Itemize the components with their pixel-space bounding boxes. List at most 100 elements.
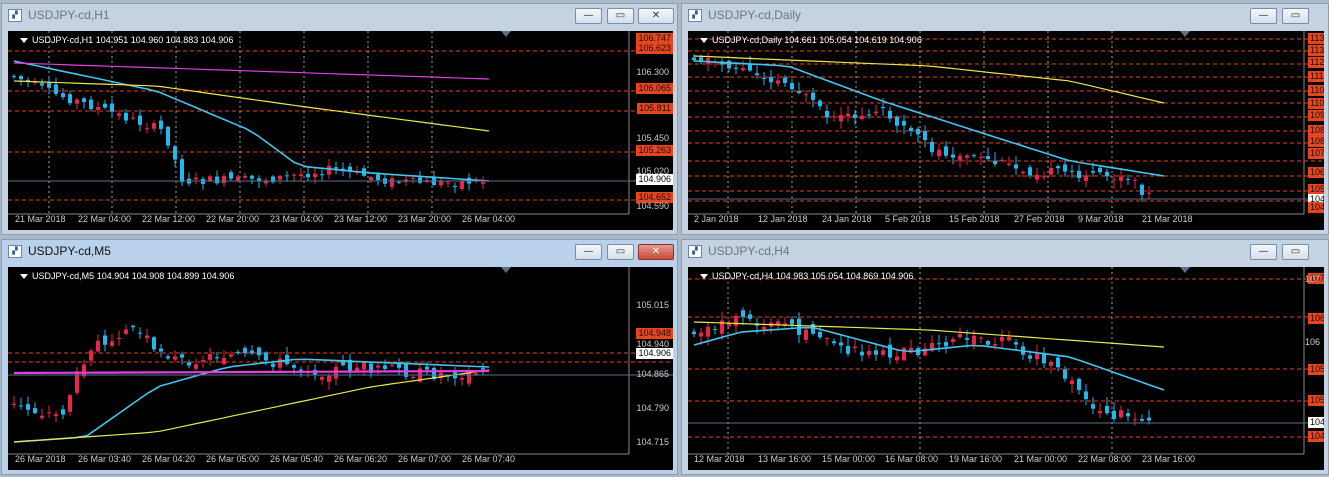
price-chart[interactable]: USDJPY-cd,H1 104.951 104.960 104.883 104… <box>8 31 673 230</box>
candle-body <box>12 75 16 77</box>
candle-body <box>692 331 696 335</box>
candle-body <box>853 346 857 348</box>
chart-window-m5[interactable]: ▞ USDJPY-cd,M5 — ▭ ✕ USDJPY-cd,M5 104.90… <box>1 239 678 475</box>
candle-body <box>110 341 114 346</box>
shift-marker-icon[interactable] <box>1180 267 1190 273</box>
time-axis-label: 22 Mar 12:00 <box>142 214 196 224</box>
price-chart[interactable]: USDJPY-cd,H4 104.983 105.054 104.869 104… <box>688 267 1324 470</box>
moving-average-slow <box>13 369 490 443</box>
window-titlebar[interactable]: ▞ USDJPY-cd,M5 — ▭ ✕ <box>2 240 677 264</box>
price-label-level: 108 <box>1308 136 1324 147</box>
dropdown-triangle-icon[interactable] <box>20 274 28 280</box>
candle-body <box>692 57 696 61</box>
maximize-button[interactable]: ▭ <box>1282 244 1309 260</box>
candle-body <box>790 83 794 90</box>
window-titlebar[interactable]: ▞ USDJPY-cd,H1 — ▭ ✕ <box>2 4 677 28</box>
minimize-button[interactable]: — <box>1250 8 1277 24</box>
dropdown-triangle-icon[interactable] <box>700 274 708 280</box>
dropdown-triangle-icon[interactable] <box>700 38 708 44</box>
price-chart-canvas[interactable] <box>8 267 673 470</box>
candle-body <box>993 160 997 165</box>
candle-body <box>1049 168 1053 175</box>
candle-body <box>12 403 16 405</box>
candle-body <box>481 182 485 184</box>
candle-body <box>944 146 948 156</box>
maximize-button[interactable]: ▭ <box>607 8 634 24</box>
candle-body <box>1000 160 1004 162</box>
ohlc-readout: USDJPY-cd,Daily 104.661 105.054 104.619 … <box>712 35 922 45</box>
time-axis-label: 23 Mar 20:00 <box>398 214 452 224</box>
candle-body <box>811 92 815 100</box>
candle-body <box>376 365 380 368</box>
price-chart[interactable]: USDJPY-cd,Daily 104.661 105.054 104.619 … <box>688 31 1324 230</box>
candle-body <box>979 156 983 158</box>
candle-body <box>89 350 93 361</box>
candle-body <box>383 365 387 369</box>
time-axis-label: 21 Mar 00:00 <box>1014 454 1068 464</box>
candle-body <box>124 112 128 121</box>
candle-body <box>474 373 478 375</box>
candle-body <box>264 352 268 361</box>
minimize-button[interactable]: — <box>575 244 602 260</box>
moving-average-fast <box>13 60 490 182</box>
candle-body <box>173 146 177 160</box>
candle-body <box>257 347 261 356</box>
time-axis-label: 15 Mar 00:00 <box>822 454 876 464</box>
price-label-level: 110 <box>1308 98 1324 109</box>
price-label-level: 104 <box>1308 202 1324 213</box>
candle-body <box>930 141 934 153</box>
time-axis-label: 22 Mar 08:00 <box>1078 454 1132 464</box>
candle-body <box>285 175 289 177</box>
candle-body <box>208 353 212 360</box>
shift-marker-icon[interactable] <box>501 267 511 273</box>
price-label-level: 106 <box>1308 167 1324 178</box>
candle-body <box>124 329 128 334</box>
candle-body <box>138 115 142 125</box>
chart-window-daily[interactable]: ▞ USDJPY-cd,Daily — ▭ USDJPY-cd,Daily 10… <box>681 3 1329 235</box>
candle-body <box>460 378 464 380</box>
candle-body <box>222 176 226 184</box>
chart-window-icon: ▞ <box>8 245 22 258</box>
time-axis-label: 12 Mar 2018 <box>694 454 745 464</box>
price-label-level: 111 <box>1308 71 1324 82</box>
shift-marker-icon[interactable] <box>501 31 511 37</box>
price-chart-canvas[interactable] <box>8 31 673 230</box>
price-label-level: 108 <box>1308 125 1324 136</box>
dropdown-triangle-icon[interactable] <box>20 38 28 44</box>
candle-body <box>706 326 710 337</box>
shift-marker-icon[interactable] <box>1180 31 1190 37</box>
candle-body <box>923 131 927 141</box>
chart-window-h4[interactable]: ▞ USDJPY-cd,H4 — ▭ USDJPY-cd,H4 104.983 … <box>681 239 1329 475</box>
time-axis-label: 22 Mar 04:00 <box>78 214 132 224</box>
candle-body <box>159 348 163 352</box>
minimize-button[interactable]: — <box>575 8 602 24</box>
time-axis-label: 26 Mar 06:20 <box>334 454 388 464</box>
candle-body <box>1119 410 1123 418</box>
close-button[interactable]: ✕ <box>638 8 674 24</box>
window-titlebar[interactable]: ▞ USDJPY-cd,Daily — ▭ <box>682 4 1328 28</box>
candle-body <box>741 68 745 71</box>
candle-body <box>271 363 275 367</box>
candle-body <box>895 116 899 126</box>
price-chart[interactable]: USDJPY-cd,M5 104.904 104.908 104.899 104… <box>8 267 673 470</box>
candle-body <box>1056 166 1060 169</box>
candle-body <box>68 94 72 104</box>
candle-body <box>916 128 920 135</box>
window-titlebar[interactable]: ▞ USDJPY-cd,H4 — ▭ <box>682 240 1328 264</box>
price-chart-canvas[interactable] <box>688 267 1324 470</box>
candle-body <box>376 174 380 181</box>
maximize-button[interactable]: ▭ <box>607 244 634 260</box>
candle-body <box>194 177 198 180</box>
candle-body <box>958 333 962 338</box>
minimize-button[interactable]: — <box>1250 244 1277 260</box>
candle-body <box>1126 413 1130 417</box>
candle-body <box>839 342 843 346</box>
price-chart-canvas[interactable] <box>688 31 1324 230</box>
candle-body <box>1140 184 1144 195</box>
close-button[interactable]: ✕ <box>638 244 674 260</box>
candle-body <box>951 339 955 343</box>
maximize-button[interactable]: ▭ <box>1282 8 1309 24</box>
candle-body <box>180 159 184 183</box>
chart-window-h1[interactable]: ▞ USDJPY-cd,H1 — ▭ ✕ USDJPY-cd,H1 104.95… <box>1 3 678 235</box>
candle-body <box>825 110 829 118</box>
